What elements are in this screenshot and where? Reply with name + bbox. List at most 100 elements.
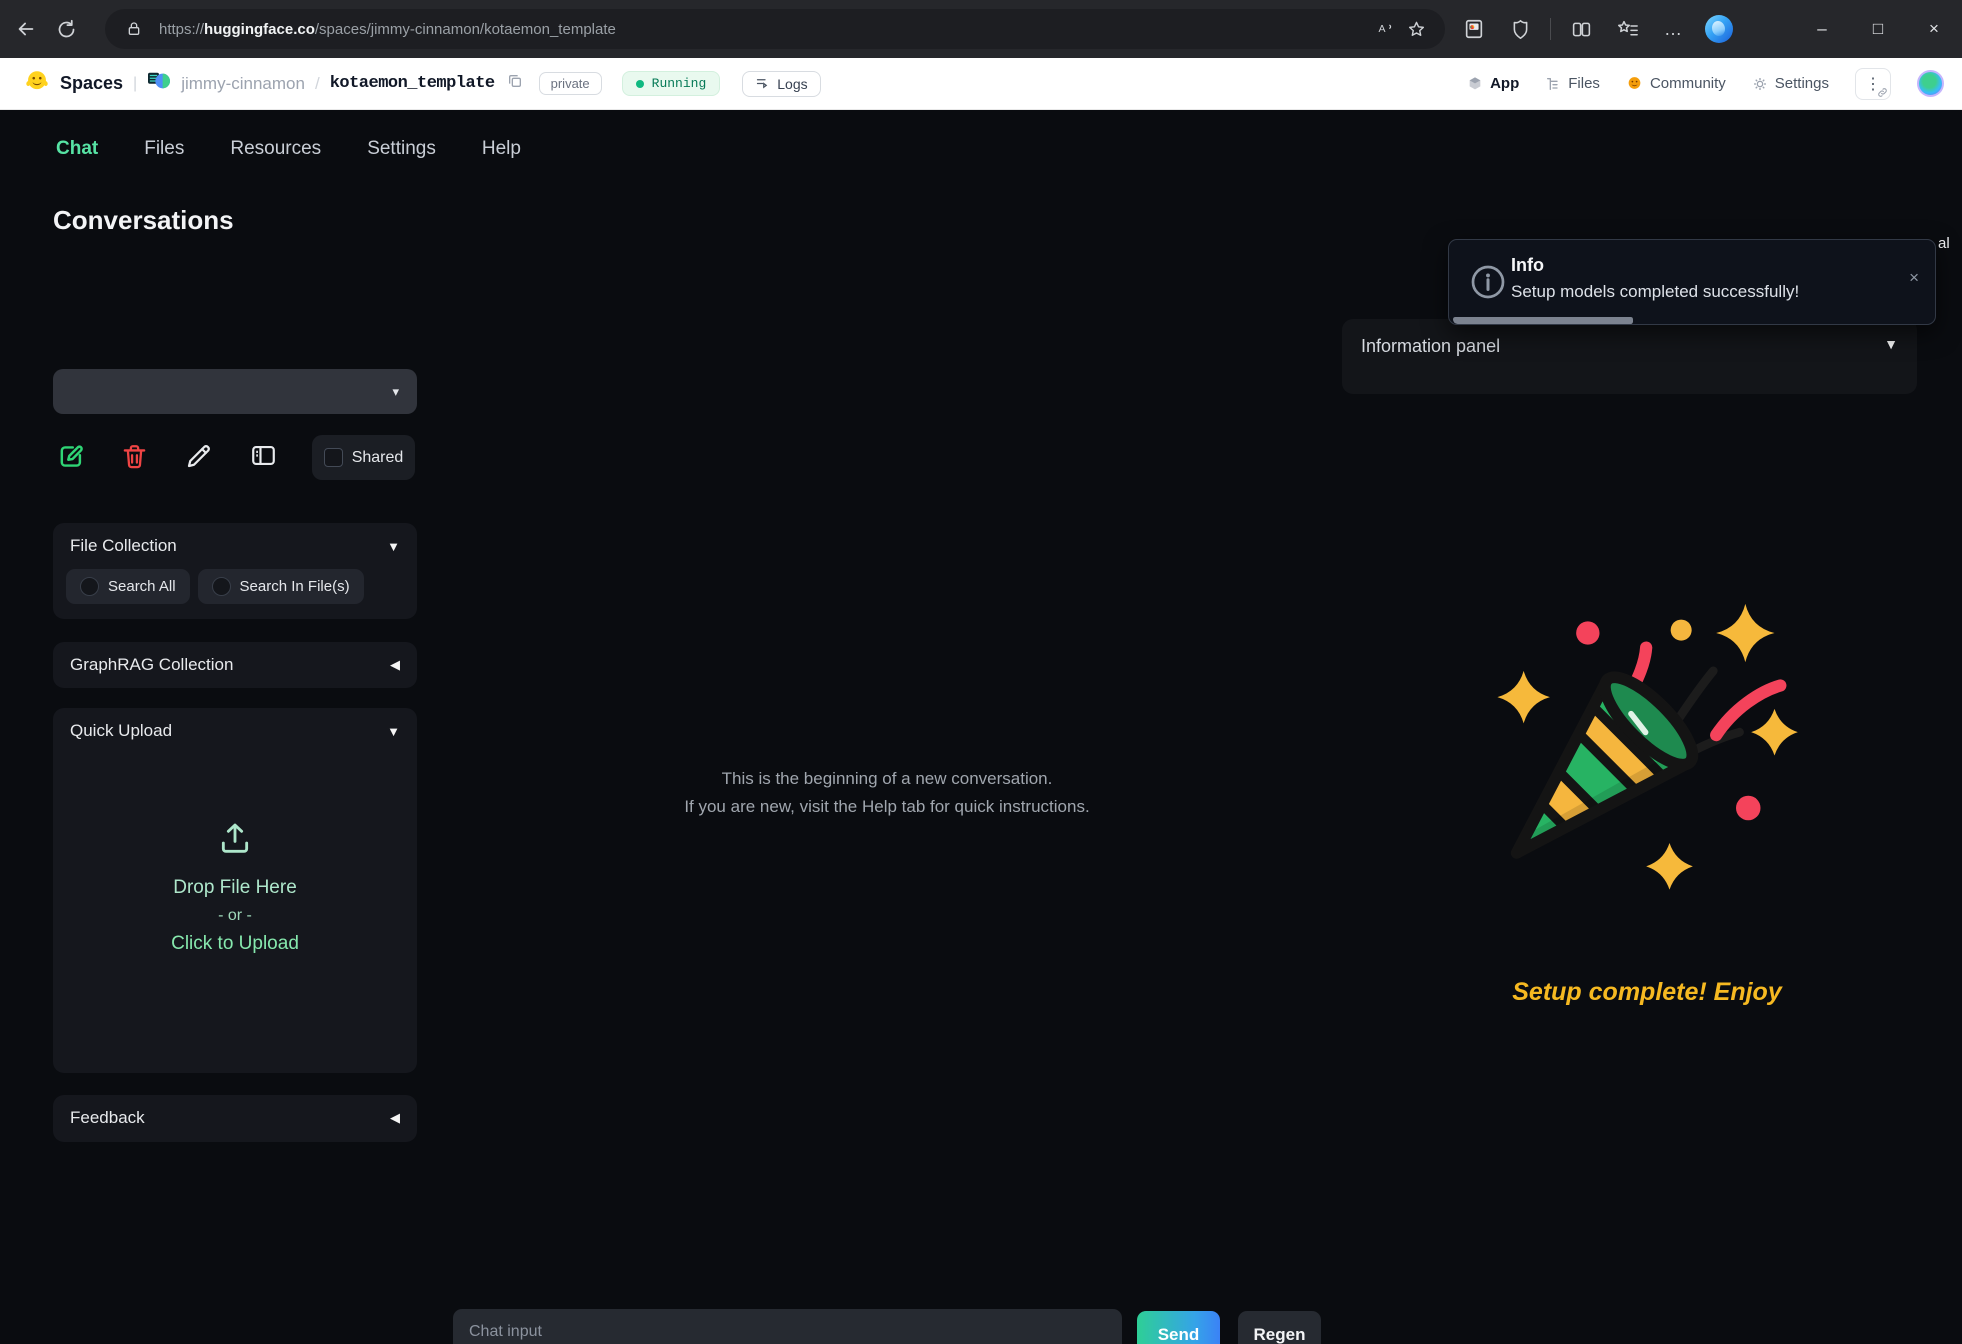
reload-button[interactable]	[46, 9, 86, 49]
delete-conversation-button[interactable]	[120, 441, 184, 477]
reload-icon	[56, 19, 77, 40]
clipped-text-fragment: al	[1938, 235, 1950, 252]
hf-logo-icon[interactable]	[24, 68, 50, 99]
nav-files[interactable]: Files	[1545, 75, 1600, 92]
send-button[interactable]: Send	[1137, 1311, 1220, 1344]
graphrag-header[interactable]: GraphRAG Collection ◀	[53, 642, 417, 688]
information-panel-title: Information panel	[1361, 336, 1500, 357]
radio-search-in-files[interactable]: Search In File(s)	[198, 569, 364, 604]
radio-icon	[80, 577, 99, 596]
copilot-icon[interactable]	[1703, 13, 1735, 45]
hf-header: Spaces | jimmy-cinnamon / kotaemon_templ…	[0, 58, 1962, 110]
toggle-panel-button[interactable]	[248, 441, 312, 477]
party-popper-image	[1477, 598, 1827, 948]
space-avatar	[147, 70, 171, 97]
feedback-card: Feedback ◀	[53, 1095, 417, 1142]
conversations-title: Conversations	[53, 205, 234, 236]
shared-label: Shared	[352, 449, 404, 467]
address-bar[interactable]: https://huggingface.co/spaces/jimmy-cinn…	[105, 9, 1445, 49]
radio-search-all[interactable]: Search All	[66, 569, 190, 604]
nav-app[interactable]: App	[1467, 75, 1519, 92]
chevron-down-icon: ▾	[392, 384, 399, 400]
expand-arrow-icon: ▼	[387, 539, 400, 554]
expand-arrow-icon[interactable]: ▼	[1884, 336, 1898, 352]
feedback-header[interactable]: Feedback ◀	[53, 1095, 417, 1141]
kotaemon-app: Chat Files Resources Settings Help Conve…	[0, 110, 1962, 1344]
url-scheme: https://	[159, 21, 204, 38]
running-dot-icon	[636, 80, 644, 88]
browser-toolbar-icons: …	[1458, 9, 1735, 49]
new-chat-icon	[56, 441, 87, 472]
arrow-left-icon	[15, 18, 37, 40]
nav-community[interactable]: Community	[1626, 75, 1726, 92]
hf-nav: App Files Community Settings ⋮	[1467, 68, 1944, 100]
wallet-icon[interactable]	[1458, 13, 1490, 45]
file-collection-header[interactable]: File Collection ▼	[53, 523, 417, 569]
graphrag-card: GraphRAG Collection ◀	[53, 642, 417, 688]
tab-resources[interactable]: Resources	[230, 138, 321, 160]
info-icon	[1470, 264, 1506, 305]
split-screen-icon[interactable]	[1565, 13, 1597, 45]
info-toast: Info Setup models completed successfully…	[1448, 239, 1936, 325]
minimize-button[interactable]: –	[1794, 0, 1850, 58]
tab-help[interactable]: Help	[482, 138, 521, 160]
side-panel-icon	[248, 441, 279, 470]
running-badge[interactable]: Running	[622, 71, 721, 96]
toast-title: Info	[1511, 255, 1544, 276]
repo-link[interactable]: kotaemon_template	[330, 74, 495, 93]
rename-conversation-button[interactable]	[184, 441, 248, 477]
svg-text:A: A	[1379, 23, 1386, 35]
user-avatar[interactable]	[1917, 70, 1944, 97]
upload-dropzone[interactable]: Drop File Here - or - Click to Upload	[53, 818, 417, 955]
maximize-button[interactable]: □	[1850, 0, 1906, 58]
close-button[interactable]: ×	[1906, 0, 1962, 58]
link-icon	[1877, 87, 1888, 98]
new-conversation-button[interactable]	[56, 441, 120, 477]
toast-progress-bar	[1453, 317, 1633, 324]
extension-shield-icon[interactable]	[1504, 13, 1536, 45]
favorites-bar-icon[interactable]	[1611, 13, 1643, 45]
back-button[interactable]	[6, 9, 46, 49]
owner-link[interactable]: jimmy-cinnamon	[181, 74, 305, 94]
setup-complete-caption: Setup complete! Enjoy	[1402, 978, 1892, 1007]
or-label: - or -	[53, 907, 417, 925]
read-aloud-icon[interactable]: A	[1371, 14, 1401, 44]
nav-settings[interactable]: Settings	[1752, 75, 1829, 92]
conversation-select[interactable]: ▾	[53, 369, 417, 414]
upload-icon	[214, 818, 256, 858]
spaces-brand[interactable]: Spaces	[60, 73, 123, 94]
path-slash: /	[315, 74, 320, 94]
more-options-button[interactable]: ⋮	[1855, 68, 1891, 100]
breadcrumb-divider: |	[133, 75, 137, 93]
window-controls: – □ ×	[1794, 0, 1962, 58]
community-icon	[1626, 75, 1643, 92]
hf-breadcrumb: Spaces | jimmy-cinnamon / kotaemon_templ…	[24, 68, 821, 99]
favorite-star-icon[interactable]	[1401, 14, 1431, 44]
app-tabs: Chat Files Resources Settings Help	[56, 138, 521, 160]
empty-line-1: This is the beginning of a new conversat…	[487, 765, 1287, 793]
more-menu-icon[interactable]: …	[1657, 13, 1689, 45]
shared-checkbox[interactable]: Shared	[312, 435, 415, 480]
logs-button[interactable]: Logs	[742, 71, 820, 97]
tab-settings[interactable]: Settings	[367, 138, 436, 160]
pencil-icon	[184, 441, 214, 471]
regen-button[interactable]: Regen	[1238, 1311, 1321, 1344]
lock-icon	[119, 14, 149, 44]
browser-chrome: https://huggingface.co/spaces/jimmy-cinn…	[0, 0, 1962, 58]
toolbar-divider	[1550, 18, 1551, 40]
tab-files[interactable]: Files	[144, 138, 184, 160]
chat-input[interactable]	[453, 1309, 1122, 1344]
click-to-upload-link[interactable]: Click to Upload	[53, 933, 417, 955]
trash-icon	[120, 441, 149, 472]
empty-conversation-message: This is the beginning of a new conversat…	[487, 765, 1287, 821]
screen: https://huggingface.co/spaces/jimmy-cinn…	[0, 0, 1962, 1344]
copy-icon[interactable]	[507, 73, 523, 94]
private-badge: private	[539, 72, 602, 95]
radio-icon	[212, 577, 231, 596]
toast-close-icon[interactable]: ×	[1909, 268, 1919, 288]
tab-chat[interactable]: Chat	[56, 138, 98, 160]
url-text: https://huggingface.co/spaces/jimmy-cinn…	[159, 21, 1371, 38]
quick-upload-header[interactable]: Quick Upload ▼	[53, 708, 417, 754]
logs-icon	[755, 76, 770, 91]
checkbox-icon	[324, 448, 343, 467]
